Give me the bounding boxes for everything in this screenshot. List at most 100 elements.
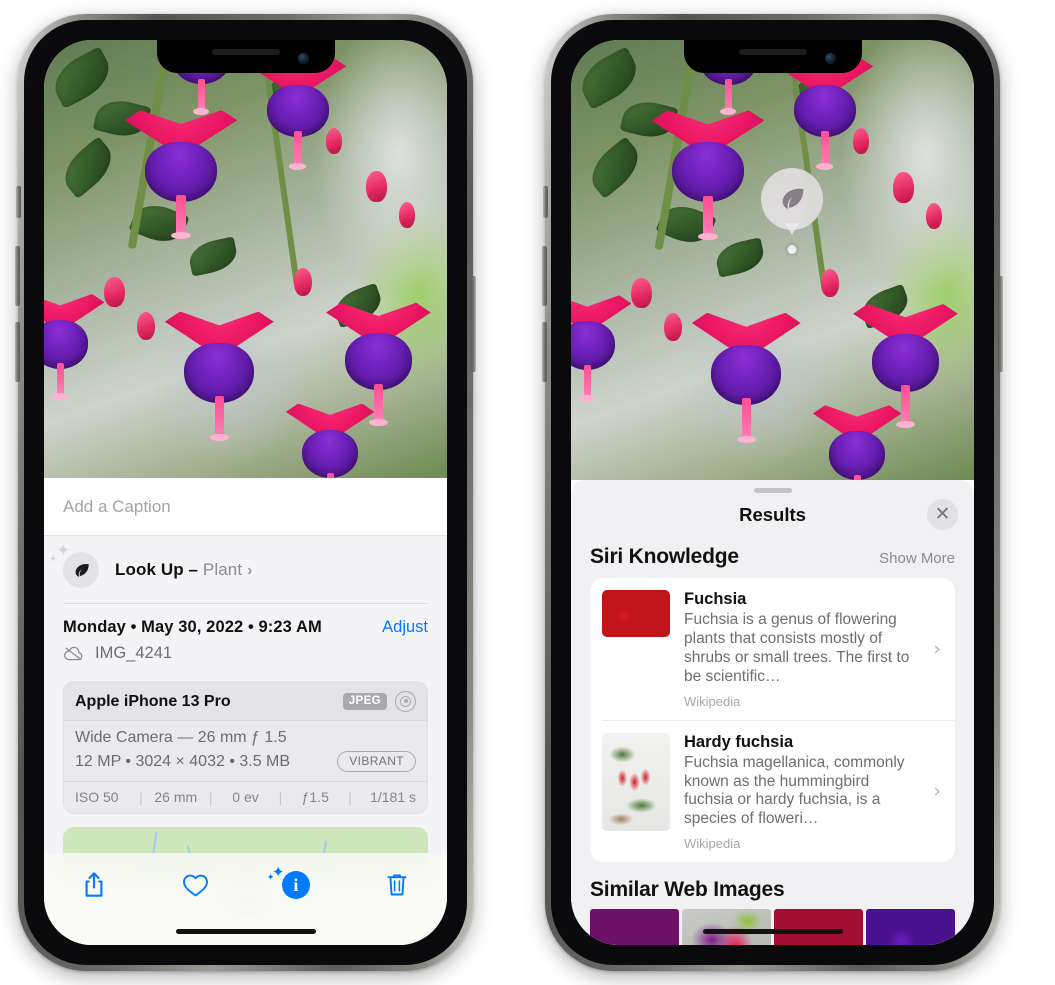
similar-web-images-strip[interactable]	[590, 909, 955, 945]
fuchsia-flower	[853, 304, 958, 428]
filename-row: IMG_4241	[63, 644, 428, 663]
flower-bud	[326, 127, 343, 154]
visual-lookup-plant-pin[interactable]	[761, 168, 823, 254]
web-image-4[interactable]	[866, 909, 955, 945]
screen-left: Add a Caption ✦ ✦ Look Up – Plant › Mond…	[44, 40, 447, 945]
sparkle-icon: ✦	[56, 541, 71, 561]
result-title: Hardy fuchsia	[684, 732, 794, 751]
fuchsia-red-flowers-thumb	[602, 590, 670, 637]
hardy-fuchsia-specimen-thumb	[602, 732, 670, 831]
exif-body: Wide Camera — 26 mm ƒ 1.5 12 MP • 3024 ×…	[64, 721, 427, 781]
results-header: Results ✕	[571, 493, 974, 537]
look-up-value: Plant	[202, 560, 243, 579]
stat-separator: |	[348, 789, 352, 805]
visual-lookup-info-button[interactable]: ✦ ✦ i	[267, 863, 324, 907]
list-item[interactable]: Hardy fuchsia Fuchsia magellanica, commo…	[602, 719, 955, 863]
earpiece-speaker	[738, 49, 807, 55]
photo-viewer-left[interactable]	[44, 40, 447, 478]
stat-separator: |	[208, 789, 213, 805]
flower-bud	[893, 172, 914, 203]
power-button[interactable]	[471, 276, 476, 372]
photo-viewer-right[interactable]	[571, 40, 974, 480]
aperture-icon	[395, 691, 416, 712]
share-button[interactable]	[66, 863, 122, 907]
share-icon	[85, 872, 103, 897]
exif-stat-shutter: 1/181 s	[370, 789, 417, 805]
adjust-button[interactable]: Adjust	[382, 618, 428, 637]
volume-down-button[interactable]	[542, 322, 547, 382]
flower-bud	[925, 202, 942, 230]
info-sparkle-icon: ✦ ✦ i	[267, 863, 310, 899]
exif-card: Apple iPhone 13 Pro JPEG Wide Camera — 2…	[63, 681, 428, 814]
exif-stat-focal: 26 mm	[154, 789, 198, 805]
favorite-button[interactable]	[167, 863, 223, 907]
section-title: Siri Knowledge	[590, 545, 739, 568]
chevron-right-icon: ›	[933, 637, 941, 660]
result-description: Fuchsia magellanica, commonly known as t…	[684, 753, 905, 828]
web-image-3[interactable]	[774, 909, 863, 945]
notch	[156, 40, 335, 73]
front-camera-icon	[297, 53, 309, 64]
flower-bud	[398, 202, 415, 229]
notch	[683, 40, 862, 73]
screen-right: Results ✕ Siri Knowledge Show More Fuchs…	[571, 40, 974, 945]
mute-switch[interactable]	[543, 186, 548, 218]
photo-date: Monday • May 30, 2022 • 9:23 AM	[63, 618, 322, 636]
look-up-row[interactable]: ✦ ✦ Look Up – Plant ›	[44, 536, 447, 603]
info-glyph: i	[293, 874, 299, 895]
leaf-icon	[761, 168, 823, 230]
volume-up-button[interactable]	[15, 246, 20, 306]
exif-stat-aperture: ƒ1.5	[301, 789, 329, 805]
power-button[interactable]	[998, 276, 1003, 372]
chevron-right-icon: ›	[933, 780, 941, 803]
result-description: Fuchsia is a genus of flowering plants t…	[684, 611, 910, 685]
show-more-button[interactable]: Show More	[879, 550, 955, 567]
flower-bud	[104, 276, 125, 308]
flower-bud	[366, 171, 387, 203]
web-image-1[interactable]	[590, 909, 679, 945]
home-indicator[interactable]	[175, 929, 316, 934]
caption-field[interactable]: Add a Caption	[44, 478, 447, 536]
flower-bud	[631, 277, 652, 309]
result-title: Fuchsia	[684, 590, 747, 608]
volume-down-button[interactable]	[15, 322, 20, 382]
exif-stat-iso: ISO 50	[75, 789, 119, 805]
sparkle-icon: ✦	[49, 554, 58, 565]
flower-bud	[293, 267, 312, 297]
fuchsia-flower	[124, 110, 238, 240]
stat-separator: |	[139, 789, 143, 805]
look-up-text: Look Up –	[115, 560, 203, 579]
fuchsia-flower	[44, 294, 105, 401]
phone-bezel: Results ✕ Siri Knowledge Show More Fuchs…	[551, 20, 994, 965]
section-title: Similar Web Images	[590, 878, 785, 902]
cloud-slash-icon	[64, 646, 83, 661]
result-source: Wikipedia	[684, 836, 741, 852]
list-item[interactable]: Fuchsia Fuchsia is a genus of flowering …	[590, 578, 955, 720]
image-size-info: 12 MP • 3024 × 4032 • 3.5 MB	[75, 752, 291, 770]
filename: IMG_4241	[95, 644, 173, 662]
fuchsia-flower	[164, 311, 274, 442]
close-icon[interactable]: ✕	[927, 499, 958, 530]
similar-web-images-header: Similar Web Images	[571, 862, 974, 909]
flower-bud	[820, 268, 839, 298]
fuchsia-flower	[812, 405, 902, 480]
web-image-2[interactable]	[682, 909, 771, 945]
results-title: Results	[739, 504, 806, 525]
result-source: Wikipedia	[684, 693, 741, 709]
siri-knowledge-card: Fuchsia Fuchsia is a genus of flowering …	[590, 578, 955, 863]
fuchsia-flower	[651, 110, 765, 240]
pin-dot	[787, 245, 797, 254]
volume-up-button[interactable]	[542, 246, 547, 306]
iphone-left: Add a Caption ✦ ✦ Look Up – Plant › Mond…	[15, 14, 476, 971]
delete-button[interactable]	[369, 863, 425, 907]
results-sheet: Results ✕ Siri Knowledge Show More Fuchs…	[571, 480, 974, 945]
home-indicator[interactable]	[702, 929, 843, 934]
photo-metadata: Monday • May 30, 2022 • 9:23 AM Adjust I…	[44, 604, 447, 673]
iphone-right: Results ✕ Siri Knowledge Show More Fuchs…	[542, 14, 1003, 971]
look-up-label: Look Up – Plant ›	[115, 560, 253, 580]
mute-switch[interactable]	[16, 186, 21, 218]
exif-stats: ISO 50 | 26 mm | 0 ev | ƒ1.5 | 1/181 s	[64, 781, 427, 813]
flower-bud	[136, 311, 155, 341]
camera-device: Apple iPhone 13 Pro	[75, 692, 231, 710]
stat-separator: |	[278, 789, 283, 805]
